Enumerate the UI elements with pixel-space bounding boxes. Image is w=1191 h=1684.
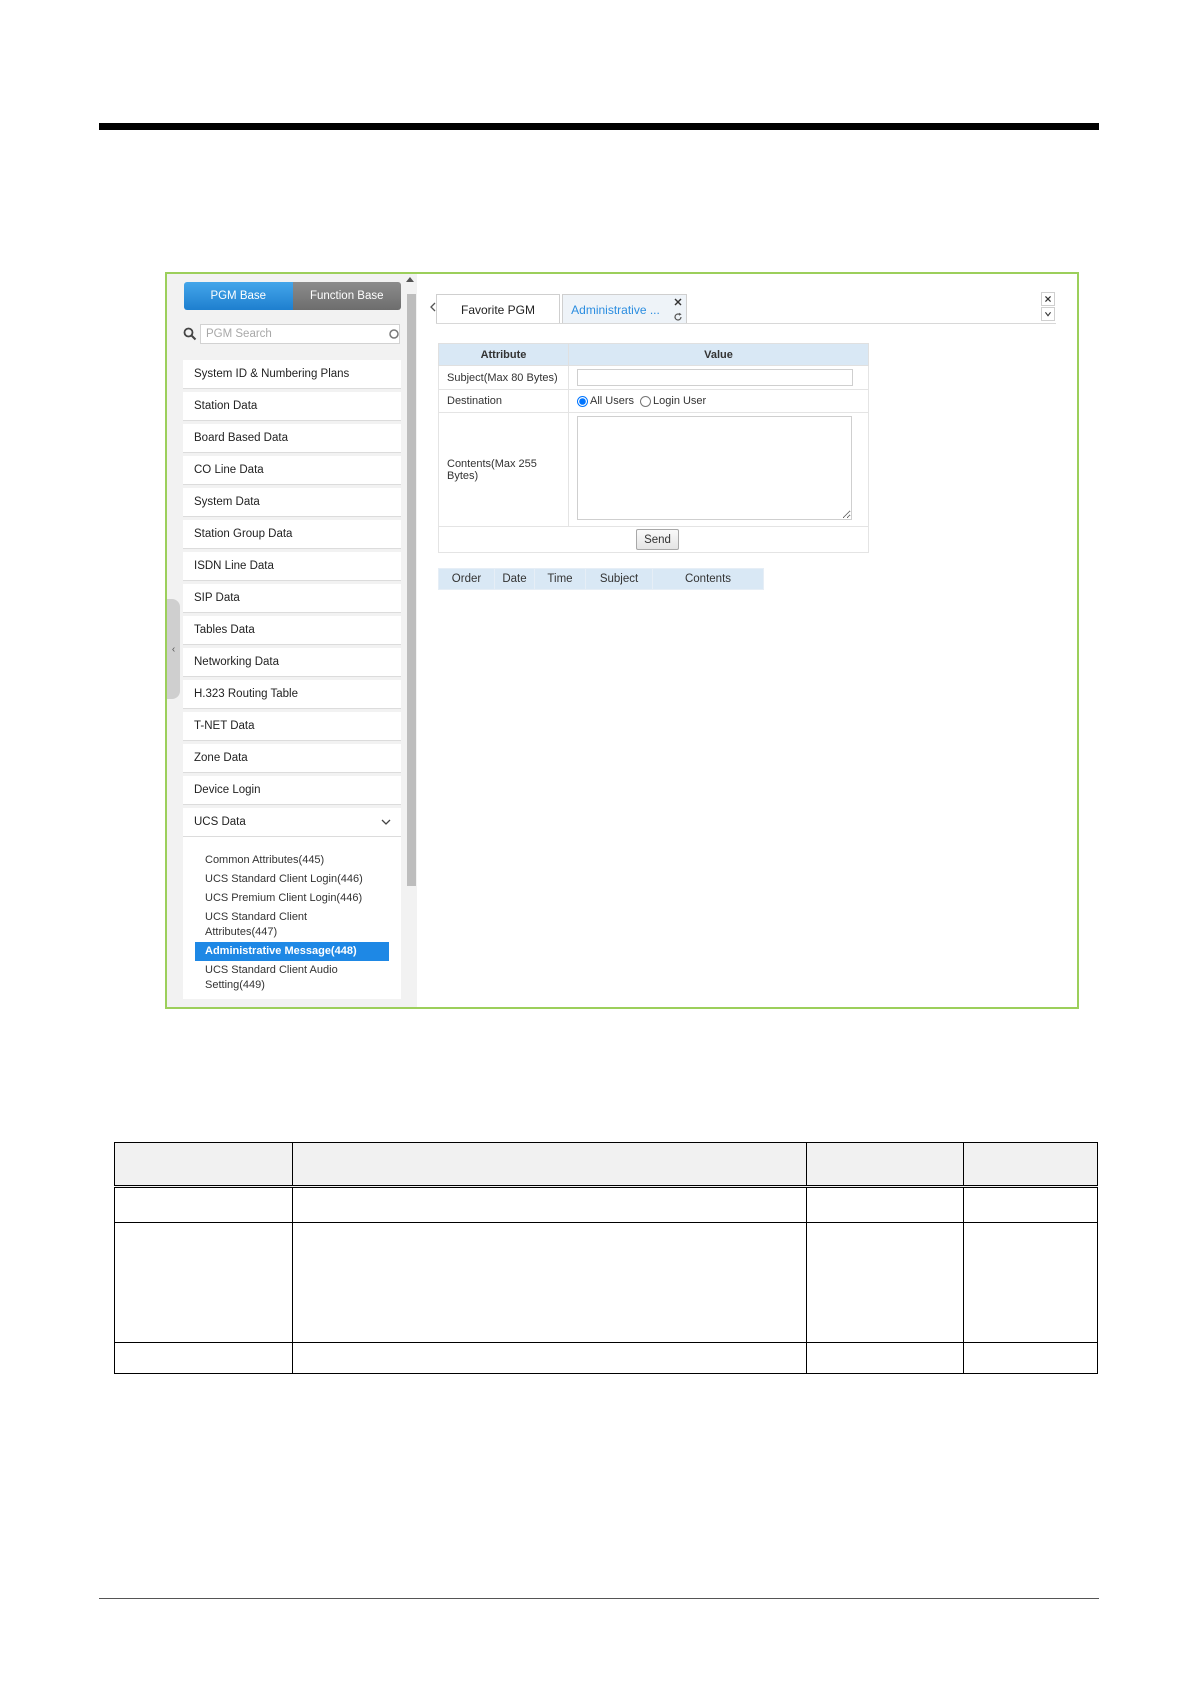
tab-pgm-base[interactable]: PGM Base — [184, 282, 293, 310]
nav-item-ucs-data[interactable]: UCS Data — [183, 808, 401, 837]
sub-item-ucs-standard-client-attributes[interactable]: UCS Standard Client Attributes(447) — [183, 908, 327, 942]
contents-label: Contents(Max 255 Bytes) — [438, 412, 569, 527]
tab-favorite-pgm[interactable]: Favorite PGM — [436, 294, 560, 324]
close-tab-icon[interactable] — [674, 298, 682, 306]
page-bottom-rule — [99, 1598, 1099, 1599]
subject-cell — [568, 365, 869, 390]
pgm-search-row — [183, 324, 401, 346]
nav-item-networking-data[interactable]: Networking Data — [183, 648, 401, 677]
nav-item-device-login[interactable]: Device Login — [183, 776, 401, 805]
collapse-panel-handle[interactable]: ‹ — [167, 599, 180, 699]
doc-cell — [963, 1342, 1098, 1374]
clear-search-icon[interactable] — [389, 329, 399, 339]
nav-item-zone-data[interactable]: Zone Data — [183, 744, 401, 773]
nav-item-station-group-data[interactable]: Station Group Data — [183, 520, 401, 549]
doc-cell — [805, 1186, 965, 1223]
send-button[interactable]: Send — [636, 529, 679, 550]
doc-cell — [963, 1186, 1098, 1223]
page-top-rule — [99, 123, 1099, 130]
nav-item-tables-data[interactable]: Tables Data — [183, 616, 401, 645]
radio-all-users[interactable] — [577, 395, 588, 407]
doc-cell — [291, 1342, 807, 1374]
doc-cell — [805, 1342, 965, 1374]
nav-item-co-line-data[interactable]: CO Line Data — [183, 456, 401, 485]
subject-header[interactable]: Subject — [585, 568, 653, 590]
chevron-left-icon: ‹ — [171, 643, 176, 655]
date-header[interactable]: Date — [494, 568, 535, 590]
pgm-mode-tabs: PGM Base Function Base — [184, 282, 401, 310]
nav-item-board-based-data[interactable]: Board Based Data — [183, 424, 401, 453]
left-scrollbar-thumb[interactable] — [407, 294, 416, 886]
subject-label: Subject(Max 80 Bytes) — [438, 365, 569, 390]
radio-login-user-label: Login User — [653, 395, 707, 407]
content-panel: Favorite PGM Administrative ... Attribut… — [418, 274, 1077, 1007]
sub-item-ucs-standard-client-audio-setting[interactable]: UCS Standard Client Audio Setting(449) — [183, 961, 357, 995]
contents-textarea[interactable] — [577, 416, 852, 520]
message-list-table: Order Date Time Subject Contents — [438, 568, 764, 590]
nav-item-system-data[interactable]: System Data — [183, 488, 401, 517]
radio-all-users-label: All Users — [590, 395, 635, 407]
doc-header-cell — [963, 1142, 1098, 1188]
tab-administrative-label: Administrative ... — [571, 302, 660, 317]
doc-cell — [291, 1186, 807, 1223]
doc-cell — [805, 1222, 965, 1343]
send-row: Send — [438, 526, 869, 553]
refresh-icon[interactable] — [673, 312, 683, 322]
attribute-header: Attribute — [438, 343, 569, 366]
nav-item-sip-data[interactable]: SIP Data — [183, 584, 401, 613]
nav-item-t-net-data[interactable]: T-NET Data — [183, 712, 401, 741]
scroll-up-arrow-icon[interactable] — [405, 276, 415, 284]
doc-header-cell — [805, 1142, 965, 1188]
destination-cell: All Users Login User — [568, 389, 869, 413]
document-table — [114, 1142, 1098, 1374]
sub-item-administrative-message[interactable]: Administrative Message(448) — [195, 942, 389, 961]
doc-cell — [114, 1342, 293, 1374]
screenshot-frame: PGM Base Function Base System ID & Numbe… — [165, 272, 1079, 1009]
ucs-data-sub-list: Common Attributes(445) UCS Standard Clie… — [183, 837, 401, 999]
nav-item-ucs-data-label: UCS Data — [194, 816, 246, 828]
nav-item-isdn-line-data[interactable]: ISDN Line Data — [183, 552, 401, 581]
sub-item-ucs-standard-client-login[interactable]: UCS Standard Client Login(446) — [183, 870, 401, 889]
document-table-row — [114, 1342, 1098, 1374]
nav-item-h323-routing-table[interactable]: H.323 Routing Table — [183, 680, 401, 709]
destination-label: Destination — [438, 389, 569, 413]
tab-list-dropdown-icon[interactable] — [1041, 307, 1055, 321]
doc-header-cell — [291, 1142, 807, 1188]
nav-item-station-data[interactable]: Station Data — [183, 392, 401, 421]
doc-cell — [114, 1186, 293, 1223]
pgm-nav-list: System ID & Numbering Plans Station Data… — [183, 360, 401, 999]
subject-input[interactable] — [577, 369, 853, 386]
doc-cell — [114, 1222, 293, 1343]
sub-item-ucs-premium-client-login[interactable]: UCS Premium Client Login(446) — [183, 889, 401, 908]
radio-login-user[interactable] — [640, 395, 652, 407]
document-table-row — [114, 1222, 1098, 1343]
close-all-tabs-icon[interactable] — [1041, 292, 1055, 306]
contents-header[interactable]: Contents — [652, 568, 764, 590]
order-header[interactable]: Order — [438, 568, 495, 590]
tab-function-base[interactable]: Function Base — [292, 282, 401, 310]
doc-cell — [963, 1222, 1098, 1343]
document-table-header-row — [114, 1142, 1098, 1188]
document-table-row — [114, 1186, 1098, 1223]
doc-cell — [291, 1222, 807, 1343]
program-tab-strip: Favorite PGM Administrative ... — [436, 294, 687, 324]
sub-item-common-attributes[interactable]: Common Attributes(445) — [183, 851, 401, 870]
value-header: Value — [568, 343, 869, 366]
attribute-table: Attribute Value Subject(Max 80 Bytes) De… — [438, 343, 869, 553]
nav-item-system-id-numbering-plans[interactable]: System ID & Numbering Plans — [183, 360, 401, 389]
tab-strip-divider — [436, 323, 1056, 324]
contents-cell — [568, 412, 869, 527]
time-header[interactable]: Time — [534, 568, 586, 590]
tab-administrative-message[interactable]: Administrative ... — [562, 294, 687, 324]
doc-header-cell — [114, 1142, 293, 1188]
chevron-down-icon[interactable] — [381, 817, 391, 827]
pgm-search-input[interactable] — [200, 324, 400, 344]
left-navigation-panel: PGM Base Function Base System ID & Numbe… — [167, 274, 417, 1007]
search-icon[interactable] — [183, 327, 197, 341]
